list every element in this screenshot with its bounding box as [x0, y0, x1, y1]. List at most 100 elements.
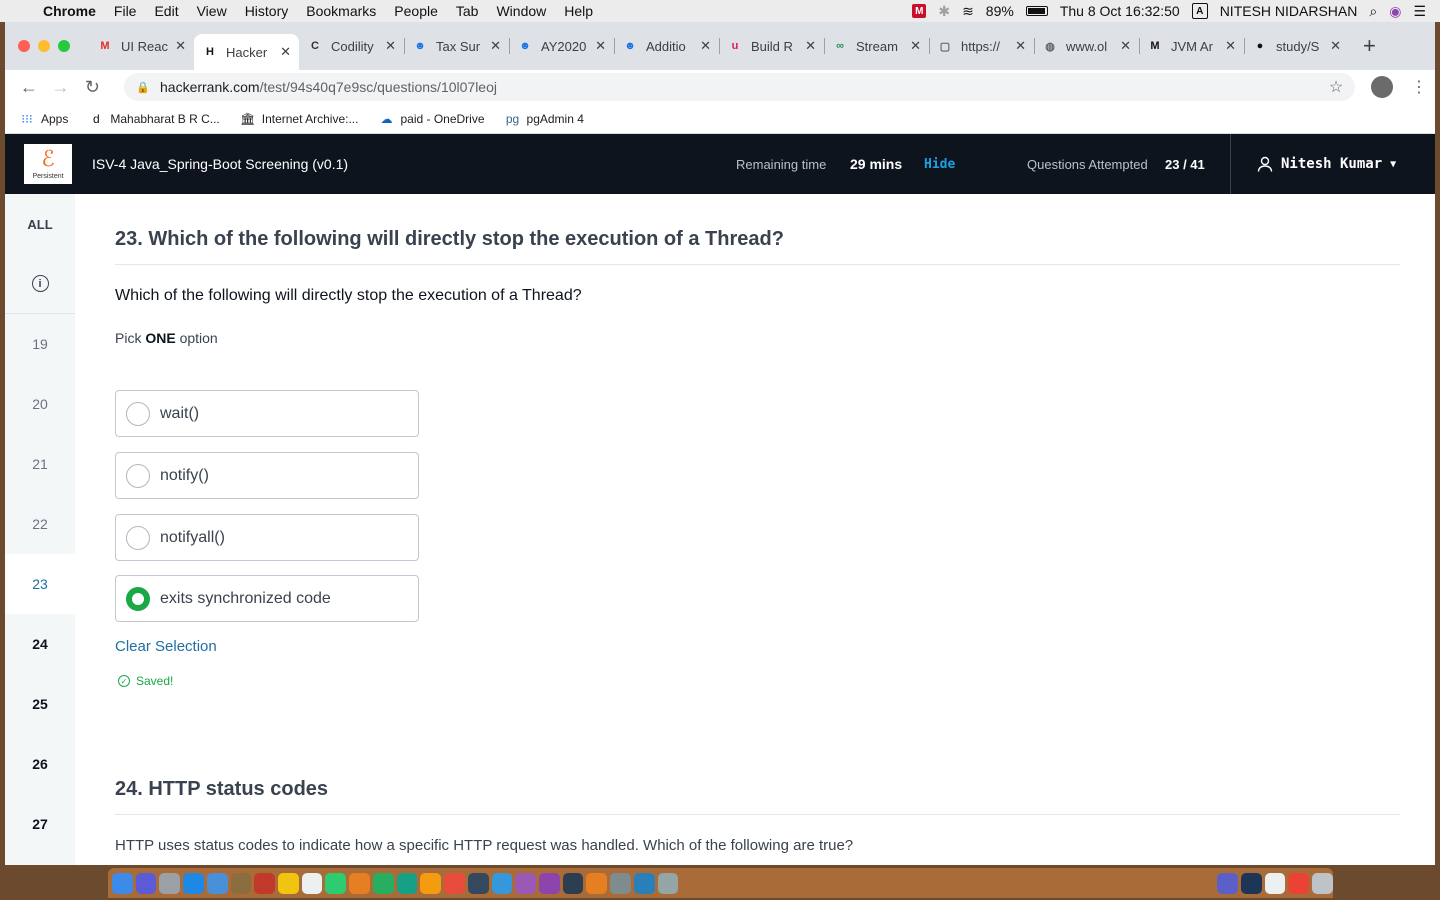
- dock-app-icon[interactable]: [1240, 872, 1262, 894]
- sidebar-question-27[interactable]: 27: [5, 794, 75, 854]
- answer-option[interactable]: notifyall(): [115, 514, 419, 561]
- dock-app-icon[interactable]: [1264, 872, 1286, 894]
- sidebar-question-23[interactable]: 23: [5, 554, 75, 614]
- forward-arrow-icon[interactable]: →: [45, 77, 77, 98]
- sidebar-question-24[interactable]: 24: [5, 614, 75, 674]
- menu-user-name[interactable]: NITESH NIDARSHAN: [1220, 3, 1358, 19]
- dock-app-icon[interactable]: [538, 872, 560, 894]
- bookmark-item[interactable]: pg pgAdmin 4: [505, 111, 584, 127]
- lock-icon[interactable]: 🔒: [136, 81, 150, 94]
- menu-help[interactable]: Help: [555, 3, 602, 19]
- answer-option[interactable]: wait(): [115, 390, 419, 437]
- menu-people[interactable]: People: [385, 3, 447, 19]
- sidebar-question-22[interactable]: 22: [5, 494, 75, 554]
- dock-app-icon[interactable]: [1288, 872, 1310, 894]
- dock-app-icon[interactable]: [491, 872, 513, 894]
- browser-tab[interactable]: M JVM Ar ✕: [1139, 30, 1244, 62]
- dock-app-icon[interactable]: [325, 872, 347, 894]
- menu-bookmarks[interactable]: Bookmarks: [297, 3, 385, 19]
- browser-tab[interactable]: C Codility ✕: [299, 30, 404, 62]
- close-window-button[interactable]: [18, 40, 30, 52]
- close-tab-icon[interactable]: ✕: [595, 38, 606, 54]
- dock-app-icon[interactable]: [396, 872, 418, 894]
- dock-app-icon[interactable]: [254, 872, 276, 894]
- datetime[interactable]: Thu 8 Oct 16:32:50: [1060, 3, 1180, 19]
- browser-tab[interactable]: ▢ https:// ✕: [929, 30, 1034, 62]
- radio-unselected[interactable]: [126, 463, 150, 488]
- browser-tab[interactable]: ☻ Additio ✕: [614, 30, 719, 62]
- dock-app-icon[interactable]: [467, 872, 489, 894]
- dock-app-icon[interactable]: [135, 872, 157, 894]
- siri-icon[interactable]: ◉: [1389, 3, 1401, 20]
- menu-file[interactable]: File: [105, 3, 146, 19]
- dock-app-icon[interactable]: [657, 872, 679, 894]
- browser-tab[interactable]: ∞ Stream ✕: [824, 30, 929, 62]
- dock-app-icon[interactable]: [515, 872, 536, 894]
- dock-app-icon[interactable]: [586, 872, 608, 894]
- browser-tab[interactable]: ☻ AY2020 ✕: [509, 30, 614, 62]
- dock-app-icon[interactable]: [420, 872, 442, 894]
- notification-center-icon[interactable]: ☰: [1413, 3, 1426, 20]
- chrome-menu-icon[interactable]: ⋮: [1411, 77, 1427, 97]
- bookmark-item[interactable]: ⁝⁝⁝ Apps: [19, 111, 68, 127]
- close-tab-icon[interactable]: ✕: [385, 38, 396, 54]
- bookmark-star-icon[interactable]: ☆: [1329, 77, 1343, 97]
- menu-tab[interactable]: Tab: [447, 3, 488, 19]
- mcafee-icon[interactable]: M: [912, 4, 927, 18]
- bookmark-item[interactable]: 🏛 Internet Archive:...: [240, 111, 358, 127]
- close-tab-icon[interactable]: ✕: [910, 38, 921, 54]
- menu-view[interactable]: View: [188, 3, 236, 19]
- dock-app-icon[interactable]: [278, 872, 299, 894]
- zoom-window-button[interactable]: [58, 40, 70, 52]
- dock-app-icon[interactable]: [159, 872, 181, 894]
- close-tab-icon[interactable]: ✕: [280, 44, 291, 60]
- bookmark-item[interactable]: d Mahabharat B R C...: [88, 111, 220, 127]
- answer-option[interactable]: notify(): [115, 452, 419, 499]
- menu-window[interactable]: Window: [487, 3, 555, 19]
- close-tab-icon[interactable]: ✕: [1225, 38, 1236, 54]
- menu-app-name[interactable]: Chrome: [34, 3, 105, 19]
- close-tab-icon[interactable]: ✕: [805, 38, 816, 54]
- dock-app-icon[interactable]: [633, 872, 655, 894]
- sidebar-question-21[interactable]: 21: [5, 434, 75, 494]
- close-tab-icon[interactable]: ✕: [1015, 38, 1026, 54]
- address-bar[interactable]: 🔒 hackerrank.com/test/94s40q7e9sc/questi…: [124, 73, 1356, 101]
- sidebar-question-20[interactable]: 20: [5, 374, 75, 434]
- new-tab-icon[interactable]: +: [1363, 33, 1376, 59]
- input-source-icon[interactable]: A: [1191, 3, 1208, 19]
- browser-tab[interactable]: ● study/S ✕: [1244, 30, 1349, 62]
- sidebar-info[interactable]: i: [5, 254, 75, 314]
- menu-history[interactable]: History: [236, 3, 298, 19]
- radio-unselected[interactable]: [126, 401, 150, 426]
- dock-app-icon[interactable]: [230, 872, 252, 894]
- bookmark-item[interactable]: ☁ paid - OneDrive: [378, 111, 484, 127]
- dock-app-icon[interactable]: [372, 872, 394, 894]
- dock-app-icon[interactable]: [562, 872, 584, 894]
- minimize-window-button[interactable]: [38, 40, 50, 52]
- dock-app-icon[interactable]: [1312, 872, 1333, 894]
- spotlight-icon[interactable]: ⌕: [1369, 3, 1377, 20]
- hide-timer-button[interactable]: Hide: [924, 157, 955, 172]
- sidebar-question-19[interactable]: 19: [5, 314, 75, 374]
- reload-icon[interactable]: ↻: [77, 77, 109, 98]
- dock-app-icon[interactable]: [206, 872, 228, 894]
- profile-avatar[interactable]: [1371, 76, 1394, 98]
- radio-unselected[interactable]: [126, 525, 150, 550]
- dock-app-icon[interactable]: [444, 872, 465, 894]
- user-menu[interactable]: Nitesh Kumar ▼: [1257, 156, 1396, 172]
- dock-app-icon[interactable]: [301, 872, 323, 894]
- browser-tab[interactable]: H Hacker ✕: [194, 34, 299, 70]
- dock-app-icon[interactable]: [112, 872, 133, 894]
- menu-edit[interactable]: Edit: [145, 3, 187, 19]
- browser-tab[interactable]: ◍ www.ol ✕: [1034, 30, 1139, 62]
- clear-selection-link[interactable]: Clear Selection: [115, 638, 217, 655]
- sidebar-question-26[interactable]: 26: [5, 734, 75, 794]
- dock-app-icon[interactable]: [183, 872, 204, 894]
- browser-tab[interactable]: ☻ Tax Sur ✕: [404, 30, 509, 62]
- back-arrow-icon[interactable]: ←: [13, 77, 45, 98]
- dock-app-icon[interactable]: [349, 872, 370, 894]
- sidebar-all[interactable]: ALL: [5, 194, 75, 254]
- close-tab-icon[interactable]: ✕: [1120, 38, 1131, 54]
- wifi-icon[interactable]: ≋: [962, 3, 974, 20]
- dock-app-icon[interactable]: [610, 872, 631, 894]
